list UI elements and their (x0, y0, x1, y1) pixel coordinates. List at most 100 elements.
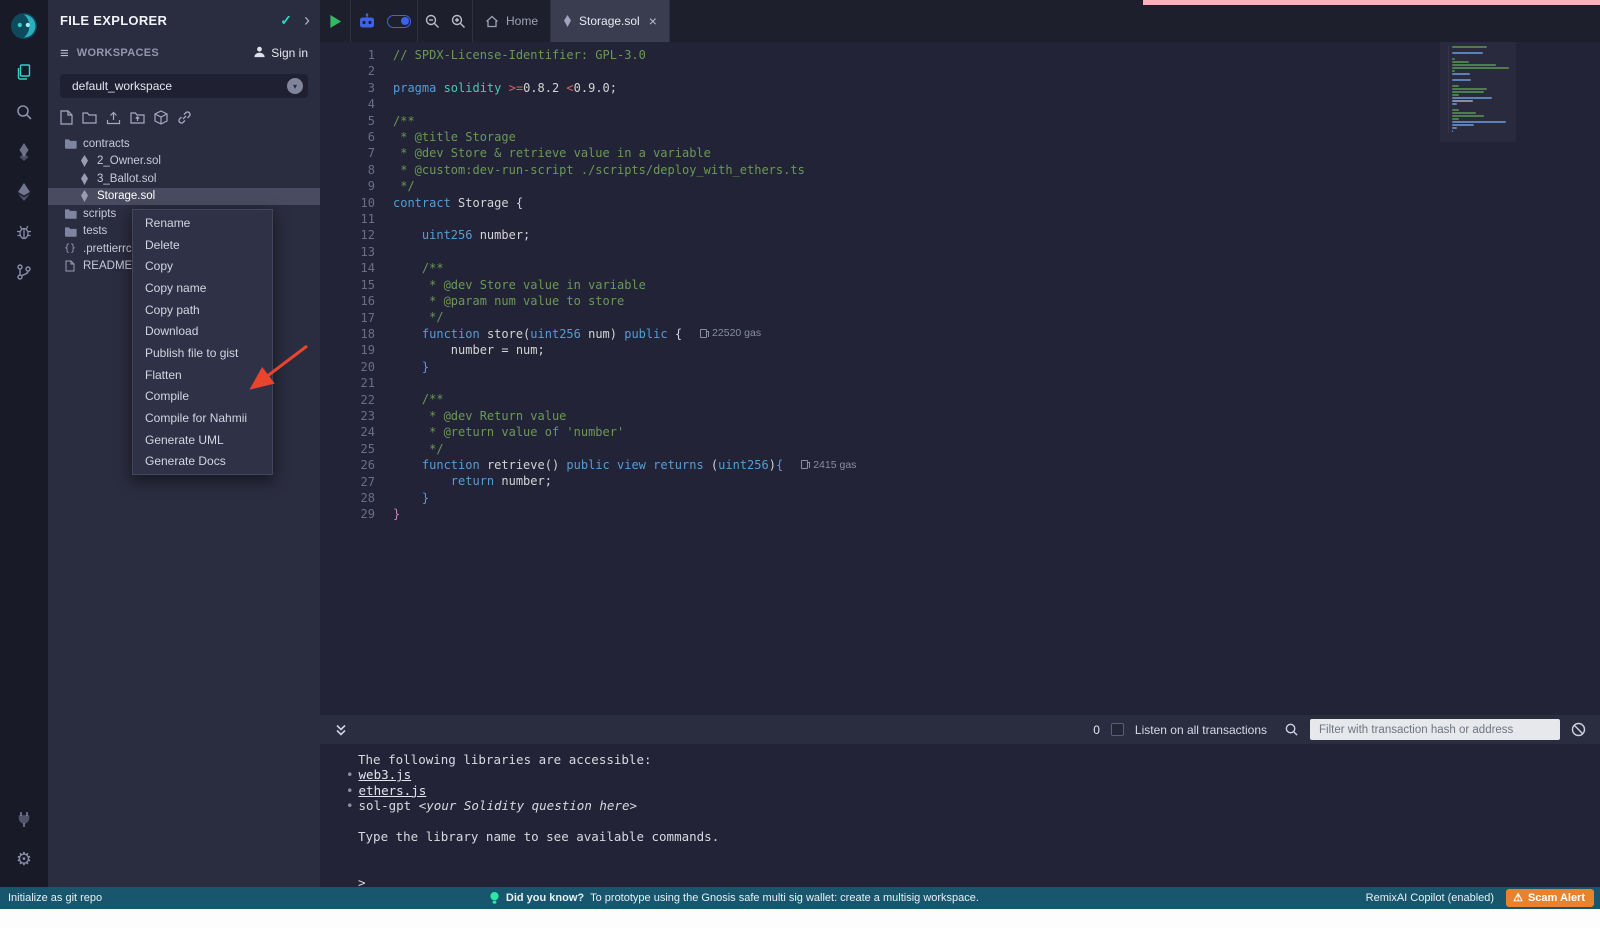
transaction-filter-input[interactable] (1310, 719, 1560, 740)
workspace-select[interactable]: default_workspace ▾ (60, 74, 308, 98)
code-line-24: * @return value of 'number' (393, 424, 856, 440)
remix-logo[interactable] (0, 0, 48, 52)
line-number: 15 (320, 277, 375, 293)
minimap-line (1452, 58, 1455, 60)
workspaces-label: WORKSPACES (77, 47, 246, 59)
menu-item-publish-file-to-gist[interactable]: Publish file to gist (133, 342, 272, 364)
tree-item-storage-sol[interactable]: Storage.sol (48, 188, 320, 206)
library-link-ethers-js[interactable]: ethers.js (359, 783, 427, 798)
terminal-text-line: Type the library name to see available c… (358, 829, 1600, 844)
line-number: 29 (320, 506, 375, 522)
code-line-28: } (393, 490, 856, 506)
workspaces-row: ≡ WORKSPACES Sign in (48, 40, 320, 66)
line-number: 14 (320, 260, 375, 276)
clear-terminal-icon[interactable] (1571, 722, 1586, 737)
debugger-icon[interactable] (0, 212, 48, 252)
minimap-line (1452, 67, 1509, 69)
zoom-in-icon[interactable] (450, 13, 466, 29)
minimap-line (1452, 109, 1459, 111)
code-line-10: contract Storage { (393, 195, 856, 211)
editor-gutter: 1234567891011121314151617181920212223242… (320, 42, 375, 715)
minimap-line (1452, 130, 1453, 132)
minimap-line (1452, 127, 1457, 129)
hamburger-icon[interactable]: ≡ (60, 45, 69, 62)
git-init-status[interactable]: Initialize as git repo (8, 892, 102, 904)
zoom-out-icon[interactable] (424, 13, 440, 29)
tree-item-2-owner-sol[interactable]: 2_Owner.sol (48, 153, 320, 171)
line-number: 23 (320, 408, 375, 424)
terminal-search-icon[interactable] (1284, 722, 1299, 737)
search-icon[interactable] (0, 92, 48, 132)
file-explorer-icon[interactable] (0, 52, 48, 92)
tree-item-label: tests (83, 225, 107, 237)
ai-copilot-robot-icon[interactable] (357, 13, 377, 30)
code-line-19: number = num; (393, 342, 856, 358)
tree-item-label: scripts (83, 208, 116, 220)
solidity-icon (76, 173, 92, 185)
gear-glyph: ⚙ (16, 850, 32, 868)
git-icon[interactable] (0, 252, 48, 292)
minimap-line (1452, 91, 1484, 93)
home-icon (485, 15, 499, 28)
tab-home-label: Home (506, 14, 538, 28)
menu-item-copy[interactable]: Copy (133, 255, 272, 277)
tree-item-contracts[interactable]: contracts (48, 135, 320, 153)
context-menu: RenameDeleteCopyCopy nameCopy pathDownlo… (132, 209, 273, 475)
menu-item-download[interactable]: Download (133, 320, 272, 342)
code-line-1: // SPDX-License-Identifier: GPL-3.0 (393, 47, 856, 63)
menu-item-rename[interactable]: Rename (133, 212, 272, 234)
sign-in-button[interactable]: Sign in (253, 45, 308, 61)
close-tab-icon[interactable]: × (649, 13, 657, 29)
code-editor[interactable]: 1234567891011121314151617181920212223242… (320, 42, 1600, 715)
code-line-11 (393, 211, 856, 227)
listen-transactions-label: Listen on all transactions (1135, 723, 1267, 737)
code-line-14: /** (393, 260, 856, 276)
code-line-8: * @custom:dev-run-script ./scripts/deplo… (393, 162, 856, 178)
accept-check-icon[interactable]: ✓ (280, 12, 292, 29)
ipfs-cube-icon[interactable] (154, 110, 168, 125)
tab-storage-sol[interactable]: Storage.sol × (551, 0, 669, 42)
settings-gear-icon[interactable]: ⚙ (0, 839, 48, 879)
code-line-29: } (393, 506, 856, 522)
line-number: 4 (320, 96, 375, 112)
solidity-compiler-icon[interactable] (0, 132, 48, 172)
new-file-icon[interactable] (60, 110, 73, 125)
menu-item-copy-path[interactable]: Copy path (133, 299, 272, 321)
menu-item-delete[interactable]: Delete (133, 234, 272, 256)
menu-item-copy-name[interactable]: Copy name (133, 277, 272, 299)
link-icon[interactable] (177, 110, 192, 125)
menu-item-flatten[interactable]: Flatten (133, 364, 272, 386)
editor-tabbar: Home Storage.sol × (320, 0, 1600, 42)
user-icon (253, 45, 266, 61)
line-number: 16 (320, 293, 375, 309)
menu-item-compile-for-nahmii[interactable]: Compile for Nahmii (133, 407, 272, 429)
workspace-options-icon[interactable]: ▾ (287, 78, 303, 94)
new-folder-icon[interactable] (82, 111, 97, 124)
warning-icon: ⚠ (1513, 891, 1523, 904)
listen-transactions-checkbox[interactable] (1111, 723, 1124, 736)
bullet-icon: • (346, 783, 354, 798)
upload-file-icon[interactable] (106, 111, 121, 125)
terminal[interactable]: The following libraries are accessible:•… (320, 744, 1600, 887)
copilot-toggle[interactable] (387, 15, 411, 28)
copilot-status[interactable]: RemixAI Copilot (enabled) (1366, 892, 1494, 904)
menu-item-generate-docs[interactable]: Generate Docs (133, 451, 272, 473)
upload-folder-icon[interactable] (130, 111, 145, 124)
expand-terminal-icon[interactable] (334, 723, 348, 737)
minimap-line (1452, 64, 1496, 66)
scam-alert-button[interactable]: ⚠ Scam Alert (1506, 889, 1594, 907)
minimap-line (1452, 118, 1459, 120)
deploy-run-icon[interactable] (0, 172, 48, 212)
library-link-web3-js[interactable]: web3.js (359, 767, 412, 782)
tree-item-3-ballot-sol[interactable]: 3_Ballot.sol (48, 170, 320, 188)
code-line-22: /** (393, 391, 856, 407)
menu-item-generate-uml[interactable]: Generate UML (133, 429, 272, 451)
menu-item-compile[interactable]: Compile (133, 386, 272, 408)
window-edge (0, 909, 1600, 928)
tab-home[interactable]: Home (473, 0, 550, 42)
chevron-right-icon[interactable]: › (304, 14, 310, 26)
run-script-button[interactable] (320, 0, 350, 42)
minimap[interactable] (1448, 46, 1512, 133)
terminal-library-line: •ethers.js (358, 783, 1600, 798)
plugin-manager-icon[interactable] (0, 799, 48, 839)
